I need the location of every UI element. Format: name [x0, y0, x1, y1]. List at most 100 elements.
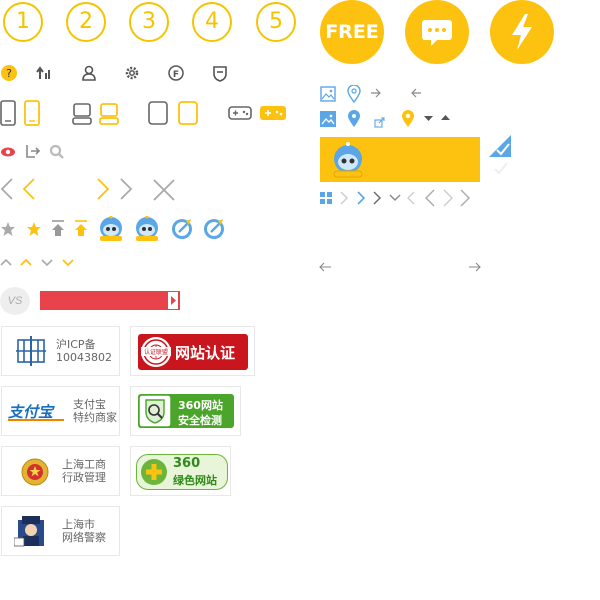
- alipay-badge[interactable]: 支付宝 支付宝 特约商家: [1, 386, 120, 436]
- phone-icon[interactable]: [0, 100, 16, 126]
- chevron-left-light-icon[interactable]: [406, 191, 416, 205]
- police-icon: [14, 516, 44, 547]
- number-circle-5[interactable]: 5: [256, 2, 296, 42]
- user-icon[interactable]: [80, 64, 98, 82]
- location-icon[interactable]: [347, 85, 361, 103]
- grid-icon[interactable]: [320, 192, 332, 204]
- svg-text:F: F: [173, 70, 179, 80]
- green-360-line2: 绿色网站: [173, 474, 217, 487]
- alipay-line2: 特约商家: [73, 411, 117, 424]
- secure-360-badge[interactable]: 360网站 安全检测: [130, 386, 241, 436]
- tablet-active-icon[interactable]: [178, 101, 198, 125]
- top-active-icon[interactable]: [74, 219, 88, 237]
- yellow-banner[interactable]: [320, 137, 480, 182]
- shanghai-ic-line2: 行政管理: [62, 471, 106, 484]
- image-icon[interactable]: [320, 86, 336, 102]
- police-line1: 上海市: [62, 518, 95, 531]
- chevron-right-light-icon[interactable]: [339, 191, 349, 205]
- star-icon[interactable]: [0, 221, 16, 237]
- alipay-underline: [8, 419, 64, 421]
- top-icon[interactable]: [51, 219, 65, 237]
- free-label: FREE: [325, 21, 379, 43]
- number-circle-2[interactable]: 2: [66, 2, 106, 42]
- icp-line2: 10043802: [56, 351, 112, 364]
- image-filled-icon[interactable]: [320, 111, 336, 127]
- location-filled-icon[interactable]: [347, 110, 361, 128]
- progress-bar-red[interactable]: [40, 291, 180, 310]
- star-active-icon[interactable]: [26, 221, 42, 237]
- robot-icon[interactable]: [98, 216, 126, 242]
- arrow-up-active-icon[interactable]: [20, 258, 32, 266]
- green-360-line1: 360: [173, 456, 201, 471]
- chevron-left-large-icon[interactable]: [424, 189, 436, 207]
- export-icon[interactable]: [26, 144, 40, 158]
- green-360-badge[interactable]: 360 绿色网站: [130, 446, 231, 496]
- icp-line1: 沪ICP备: [56, 338, 96, 351]
- thin-arrow-right-icon[interactable]: [468, 262, 482, 272]
- phone-active-icon[interactable]: [24, 100, 40, 126]
- number-circle-4[interactable]: 4: [192, 2, 232, 42]
- computer-icon[interactable]: [72, 103, 92, 125]
- chevron-left-icon[interactable]: [0, 177, 14, 201]
- search-icon[interactable]: [49, 144, 65, 160]
- site-auth-seal-icon: 认证联盟: [141, 337, 171, 367]
- icp-emblem-icon: [16, 336, 46, 366]
- chevron-down-icon[interactable]: [389, 194, 401, 202]
- number-circle-1[interactable]: 1: [3, 2, 43, 42]
- question-icon[interactable]: ?: [0, 64, 18, 82]
- gamepad-icon[interactable]: [228, 106, 252, 120]
- chevron-right-icon[interactable]: [119, 177, 133, 201]
- tablet-icon[interactable]: [148, 101, 168, 125]
- location-yellow-icon[interactable]: [401, 110, 415, 128]
- site-auth-seal-label: 认证联盟: [141, 347, 171, 356]
- arrow-down-active-icon[interactable]: [62, 259, 74, 267]
- robot-icon: [333, 142, 363, 178]
- caret-up-icon[interactable]: [441, 115, 450, 121]
- national-emblem-icon: [21, 458, 49, 486]
- site-auth-badge[interactable]: 认证联盟 网站认证: [130, 326, 255, 376]
- site-auth-label: 网站认证: [175, 344, 236, 362]
- chevron-right-dark-icon[interactable]: [372, 191, 382, 205]
- arrow-left-icon[interactable]: [410, 88, 422, 98]
- free-badge[interactable]: FREE: [320, 0, 384, 64]
- thin-arrow-left-icon[interactable]: [318, 262, 332, 272]
- chevron-right-large-light-icon[interactable]: [442, 189, 454, 207]
- arrow-right-icon[interactable]: [370, 88, 382, 98]
- chevron-left-active-icon[interactable]: [22, 177, 36, 201]
- lightning-icon[interactable]: [490, 0, 554, 64]
- police-badge[interactable]: 上海市 网络警察: [1, 506, 120, 556]
- sort-icon[interactable]: [36, 64, 54, 82]
- gamepad-active-icon[interactable]: [260, 106, 286, 120]
- green-cross-icon: [141, 459, 167, 485]
- site-auth-box: 认证联盟 网站认证: [138, 334, 248, 370]
- gear-icon[interactable]: [123, 64, 141, 82]
- robot-icon-2[interactable]: [134, 216, 162, 242]
- number-circle-3[interactable]: 3: [129, 2, 169, 42]
- icp-badge[interactable]: 沪ICP备 10043802: [1, 326, 120, 376]
- vs-badge: VS: [0, 287, 30, 315]
- eye-icon[interactable]: [0, 145, 16, 159]
- green-360-box: 360 绿色网站: [136, 454, 228, 490]
- computer-active-icon[interactable]: [99, 103, 119, 125]
- chevron-right-active-icon[interactable]: [96, 177, 110, 201]
- external-link-icon[interactable]: [374, 117, 385, 128]
- chevron-right-large-icon[interactable]: [459, 189, 471, 207]
- chat-icon[interactable]: [405, 0, 469, 64]
- check-faded-icon: [489, 159, 511, 179]
- f-icon[interactable]: F: [167, 64, 185, 82]
- arrow-up-icon[interactable]: [0, 258, 12, 266]
- police-line2: 网络警察: [62, 531, 106, 544]
- arrow-down-icon[interactable]: [41, 259, 53, 267]
- edit-icon-2[interactable]: [202, 217, 226, 241]
- shanghai-ic-badge[interactable]: 上海工商 行政管理: [1, 446, 120, 496]
- secure-360-line1: 360网站: [178, 399, 223, 412]
- svg-text:?: ?: [6, 67, 12, 80]
- close-icon[interactable]: [152, 178, 176, 202]
- secure-360-box: 360网站 安全检测: [138, 394, 234, 428]
- check-icon[interactable]: [489, 135, 511, 157]
- edit-icon[interactable]: [170, 217, 194, 241]
- shield-icon[interactable]: [211, 64, 229, 82]
- caret-down-icon[interactable]: [424, 116, 433, 122]
- chevron-right-blue-icon[interactable]: [356, 191, 366, 205]
- alipay-line1: 支付宝: [73, 398, 106, 411]
